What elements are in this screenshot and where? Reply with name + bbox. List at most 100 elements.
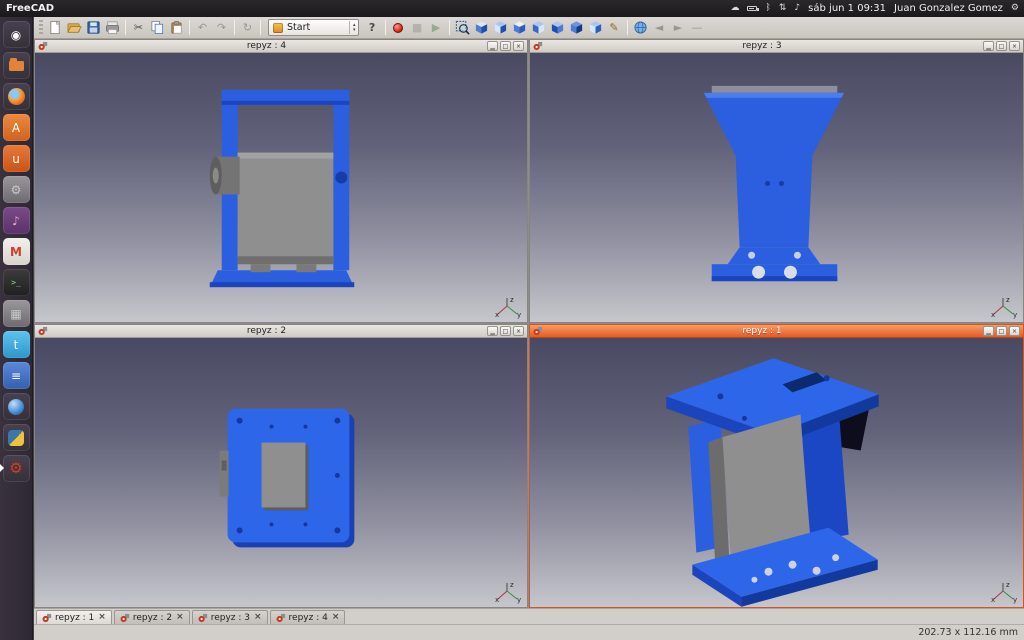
previous-view-button[interactable]: ◄ — [650, 18, 669, 37]
new-document-button[interactable] — [46, 18, 65, 37]
launcher-documents[interactable]: ≡ — [3, 362, 30, 389]
bottom-view-cube-icon — [569, 20, 584, 35]
bluetooth-icon[interactable]: ᛒ — [765, 4, 770, 13]
window-titlebar[interactable]: repyz : 1 ▁ □ × — [530, 325, 1023, 338]
navigation-globe-button[interactable] — [631, 18, 650, 37]
launcher-web-browser[interactable] — [3, 393, 30, 420]
close-button[interactable]: × — [1009, 326, 1020, 336]
svg-text:z: z — [510, 296, 514, 304]
network-icon[interactable]: ⇅ — [779, 4, 787, 13]
minimize-button[interactable]: ▁ — [487, 41, 498, 51]
power-menu-icon[interactable]: ⚙ — [1011, 4, 1019, 13]
next-view-button[interactable]: ► — [669, 18, 688, 37]
window-titlebar[interactable]: repyz : 2 ▁ □ × — [35, 325, 527, 338]
minimize-button[interactable]: ▁ — [487, 326, 498, 336]
freecad-icon — [38, 41, 48, 51]
window-titlebar[interactable]: repyz : 4 ▁ □ × — [35, 40, 527, 53]
restore-button[interactable]: □ — [500, 326, 511, 336]
print-button[interactable] — [103, 18, 122, 37]
launcher-terminal[interactable]: >_ — [3, 269, 30, 296]
left-view-button[interactable] — [586, 18, 605, 37]
refresh-button[interactable]: ↻ — [238, 18, 257, 37]
macro-record-button[interactable] — [389, 18, 408, 37]
spinner-arrows-icon[interactable]: ▴▾ — [349, 21, 356, 34]
minimize-button[interactable]: ▁ — [983, 41, 994, 51]
viewport-repyz-3[interactable]: z x y — [530, 53, 1023, 322]
minimize-button[interactable]: ▁ — [983, 326, 994, 336]
tab-close-icon[interactable]: × — [332, 613, 340, 622]
undo-button[interactable]: ↶ — [193, 18, 212, 37]
close-button[interactable]: × — [513, 41, 524, 51]
macro-play-button[interactable]: ▶ — [427, 18, 446, 37]
launcher-media-player[interactable]: ♪ — [3, 207, 30, 234]
launcher-gmail[interactable]: M — [3, 238, 30, 265]
svg-text:x: x — [991, 596, 995, 604]
close-button[interactable]: × — [513, 326, 524, 336]
clock[interactable]: sáb jun 1 09:31 — [808, 3, 886, 14]
tab-repyz-4[interactable]: repyz : 4 × — [270, 610, 346, 624]
open-button[interactable] — [65, 18, 84, 37]
settings-gear-icon: ⚙ — [11, 184, 22, 196]
bottom-view-button[interactable] — [567, 18, 586, 37]
back-arrow-icon: ◄ — [655, 22, 663, 33]
save-button[interactable] — [84, 18, 103, 37]
terminal-icon: >_ — [11, 279, 21, 287]
session-user-menu[interactable]: Juan Gonzalez Gomez — [894, 3, 1003, 14]
workbench-selector[interactable]: Start ▴▾ — [268, 19, 359, 36]
launcher-freecad[interactable]: ⚙ — [3, 455, 30, 482]
freecad-icon — [533, 326, 543, 336]
redo-button[interactable]: ↷ — [212, 18, 231, 37]
battery-icon[interactable] — [747, 6, 757, 11]
restore-button[interactable]: □ — [996, 41, 1007, 51]
svg-text:z: z — [510, 581, 514, 589]
cut-button[interactable]: ✂ — [129, 18, 148, 37]
tab-close-icon[interactable]: × — [98, 613, 106, 622]
front-view-button[interactable] — [491, 18, 510, 37]
cloud-sync-icon[interactable]: ☁ — [730, 4, 739, 13]
launcher-system-settings[interactable]: ⚙ — [3, 176, 30, 203]
launcher-twitter[interactable]: t — [3, 331, 30, 358]
right-view-button[interactable] — [529, 18, 548, 37]
firefox-icon — [8, 88, 25, 105]
axis-indicator: z x y — [990, 295, 1018, 319]
app-title: FreeCAD — [0, 3, 54, 14]
tab-repyz-3[interactable]: repyz : 3 × — [192, 610, 268, 624]
tab-close-icon[interactable]: × — [176, 613, 184, 622]
fit-all-button[interactable] — [453, 18, 472, 37]
close-button[interactable]: × — [1009, 41, 1020, 51]
svg-text:y: y — [517, 596, 521, 604]
gmail-icon: M — [10, 246, 22, 258]
tab-close-icon[interactable]: × — [254, 613, 262, 622]
copy-button[interactable] — [148, 18, 167, 37]
tab-repyz-1[interactable]: repyz : 1 × — [36, 610, 112, 624]
launcher-firefox[interactable] — [3, 83, 30, 110]
tab-repyz-2[interactable]: repyz : 2 × — [114, 610, 190, 624]
restore-button[interactable]: □ — [996, 326, 1007, 336]
window-titlebar[interactable]: repyz : 3 ▁ □ × — [530, 40, 1023, 53]
whats-this-icon: ? — [369, 22, 375, 33]
toolbar-handle[interactable] — [39, 20, 43, 35]
music-note-icon: ♪ — [12, 215, 20, 227]
launcher-python[interactable] — [3, 424, 30, 451]
launcher-ubuntu-one[interactable]: u — [3, 145, 30, 172]
launcher-dash-home[interactable]: ◉ — [3, 21, 30, 48]
top-view-button[interactable] — [510, 18, 529, 37]
axonometric-view-button[interactable] — [472, 18, 491, 37]
svg-text:x: x — [991, 311, 995, 319]
hide-button[interactable]: — — [688, 18, 707, 37]
servo-bracket-side-view — [35, 53, 527, 322]
volume-icon[interactable]: ♪ — [794, 4, 800, 13]
restore-button[interactable]: □ — [500, 41, 511, 51]
minus-icon: — — [692, 22, 703, 33]
launcher-files[interactable] — [3, 52, 30, 79]
edit-button[interactable]: ✎ — [605, 18, 624, 37]
launcher-software-center[interactable]: A — [3, 114, 30, 141]
paste-button[interactable] — [167, 18, 186, 37]
launcher-archive-manager[interactable]: ▦ — [3, 300, 30, 327]
rear-view-button[interactable] — [548, 18, 567, 37]
viewport-repyz-4[interactable]: z x y — [35, 53, 527, 322]
whats-this-button[interactable]: ? — [363, 18, 382, 37]
macro-stop-button[interactable]: ■ — [408, 18, 427, 37]
viewport-repyz-1[interactable]: z x y — [530, 338, 1023, 607]
viewport-repyz-2[interactable]: z x y — [35, 338, 527, 607]
